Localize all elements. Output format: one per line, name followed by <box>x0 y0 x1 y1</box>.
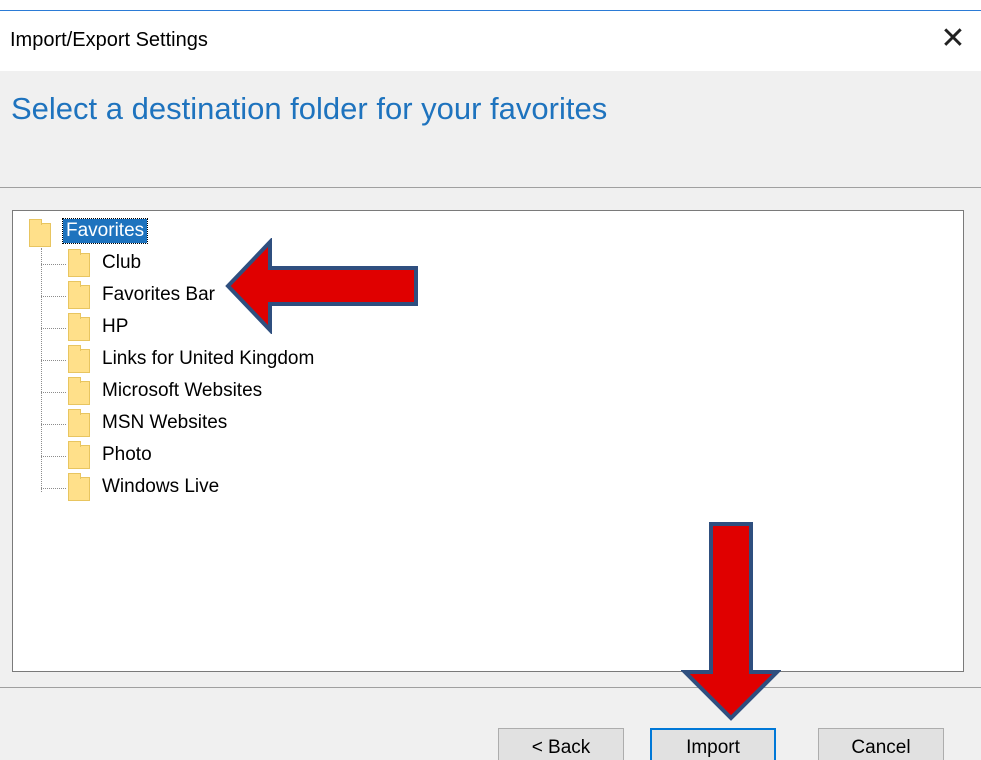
tree-item-msn-websites[interactable]: MSN Websites <box>41 408 541 440</box>
folder-icon <box>68 249 90 277</box>
folder-tree[interactable]: Favorites Club Favorites Bar HP Links fo… <box>12 210 964 672</box>
folder-icon <box>68 281 90 309</box>
tree-root-label[interactable]: Favorites <box>61 218 149 244</box>
tree-item-label[interactable]: Links for United Kingdom <box>102 348 314 370</box>
import-button[interactable]: Import <box>650 728 776 760</box>
tree-item-label[interactable]: Windows Live <box>102 476 219 498</box>
tree-item-links-for-united-kingdom[interactable]: Links for United Kingdom <box>41 344 541 376</box>
tree-branch-line <box>41 328 66 329</box>
tree-item-label[interactable]: Club <box>102 252 141 274</box>
tree-branch-line <box>41 488 66 489</box>
footer-divider <box>0 687 981 688</box>
close-icon[interactable]: ✕ <box>933 19 973 59</box>
back-button[interactable]: < Back <box>498 728 624 760</box>
tree-item-label[interactable]: Photo <box>102 444 152 466</box>
tree-branch-line <box>41 392 66 393</box>
header-panel: Select a destination folder for your fav… <box>0 71 981 188</box>
tree-branch-line <box>41 424 66 425</box>
folder-icon <box>29 219 51 247</box>
tree-branch-line <box>41 296 66 297</box>
arrow-shape <box>225 238 418 334</box>
tree-item-label[interactable]: HP <box>102 316 128 338</box>
folder-icon <box>68 377 90 405</box>
tree-item-photo[interactable]: Photo <box>41 440 541 472</box>
import-export-dialog: Import/Export Settings ✕ Select a destin… <box>0 0 981 760</box>
folder-icon <box>68 473 90 501</box>
tree-item-label[interactable]: Favorites Bar <box>102 284 215 306</box>
tree-item-windows-live[interactable]: Windows Live <box>41 472 541 504</box>
tree-item-label[interactable]: MSN Websites <box>102 412 227 434</box>
window-title: Import/Export Settings <box>10 29 208 51</box>
tree-branch-line <box>41 264 66 265</box>
tree-item-microsoft-websites[interactable]: Microsoft Websites <box>41 376 541 408</box>
folder-icon <box>68 313 90 341</box>
folder-icon <box>68 441 90 469</box>
cancel-button[interactable]: Cancel <box>818 728 944 760</box>
folder-icon <box>68 345 90 373</box>
tree-branch-line <box>41 456 66 457</box>
tree-branch-line <box>41 360 66 361</box>
annotation-arrow-down-icon <box>681 522 781 721</box>
annotation-arrow-left-icon <box>225 238 418 334</box>
page-title: Select a destination folder for your fav… <box>11 91 608 126</box>
folder-icon <box>68 409 90 437</box>
window-top-border <box>0 0 981 11</box>
arrow-shape <box>681 522 781 721</box>
tree-item-label[interactable]: Microsoft Websites <box>102 380 262 402</box>
title-bar: Import/Export Settings ✕ <box>0 11 981 71</box>
